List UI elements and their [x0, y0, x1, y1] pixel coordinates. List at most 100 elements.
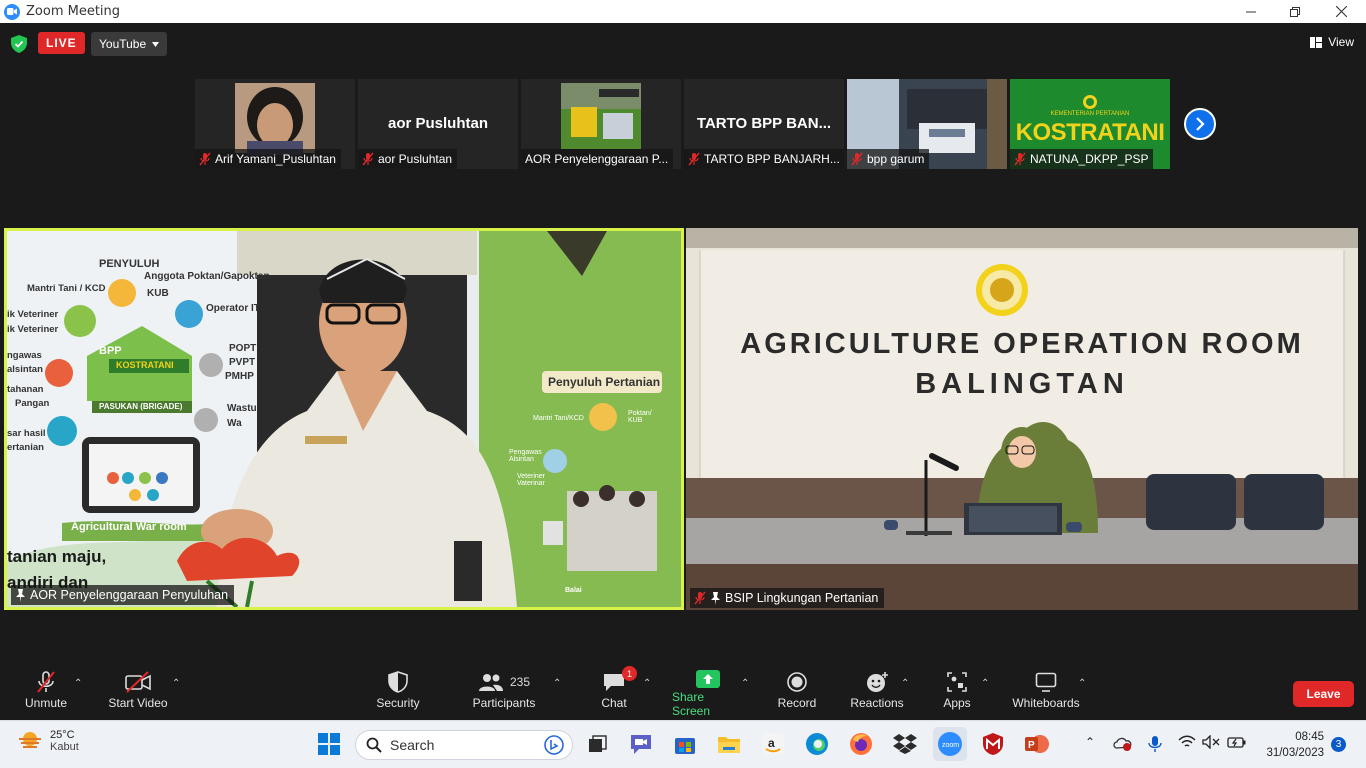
- zoom-app-button[interactable]: zoom: [933, 727, 967, 761]
- reactions-button[interactable]: Reactions: [850, 668, 904, 718]
- task-view-icon: [589, 735, 607, 752]
- participant-thumbnail[interactable]: KEMENTERIAN PERTANIAN KOSTRATANI NATUNA_…: [1010, 79, 1170, 169]
- chevron-down-icon: [152, 41, 160, 47]
- weather-condition: Kabut: [50, 741, 79, 753]
- close-button[interactable]: [1318, 0, 1364, 23]
- svg-text:a: a: [768, 736, 775, 750]
- chat-options-caret[interactable]: ⌃: [643, 678, 651, 689]
- audio-options-caret[interactable]: ⌃: [74, 678, 82, 689]
- reactions-label: Reactions: [850, 696, 904, 710]
- file-explorer-icon: [718, 737, 740, 753]
- security-label: Security: [376, 696, 420, 710]
- participant-name-tag: Arif Yamani_Pusluhtan: [195, 149, 341, 169]
- stream-target-label: YouTube: [99, 37, 147, 51]
- reactions-icon: [865, 668, 889, 696]
- video-name-tag: AOR Penyelenggaraan Penyuluhan: [11, 585, 235, 605]
- system-clock[interactable]: 08:45 31/03/2023: [1256, 729, 1324, 761]
- apps-options-caret[interactable]: ⌃: [981, 678, 989, 689]
- participant-thumbnail[interactable]: AOR Penyelenggaraan P...: [521, 79, 681, 169]
- amazon-button[interactable]: a: [760, 731, 786, 757]
- backdrop-item: ertanian: [7, 442, 44, 453]
- participant-name: AOR Penyelenggaraan Penyuluhan: [30, 588, 229, 602]
- participants-label: Participants: [472, 696, 536, 710]
- unmute-label: Unmute: [24, 696, 68, 710]
- pin-icon: [16, 588, 25, 602]
- microphone-tray-icon[interactable]: [1148, 735, 1162, 756]
- whiteboards-button[interactable]: Whiteboards: [1010, 668, 1082, 718]
- show-hidden-icons-button[interactable]: ⌃: [1085, 735, 1095, 749]
- minimize-button[interactable]: [1228, 0, 1274, 23]
- banner-item: Balai: [565, 587, 582, 594]
- meeting-toolbar: Unmute ⌃ Start Video ⌃ Security 235 Part…: [0, 660, 1366, 720]
- backdrop-brigade: PASUKAN (BRIGADE): [99, 402, 183, 411]
- record-button[interactable]: Record: [776, 668, 818, 718]
- main-video-participant[interactable]: AGRICULTURE OPERATION ROOM BALINGTAN BSI…: [686, 228, 1358, 610]
- participant-thumbnail[interactable]: Arif Yamani_Pusluhtan: [195, 79, 355, 169]
- zoom-logo-icon: [4, 3, 20, 20]
- backdrop-item: sar hasil: [7, 428, 46, 439]
- weather-widget[interactable]: 25°C Kabut: [18, 729, 79, 753]
- next-page-button[interactable]: [1184, 108, 1216, 140]
- main-video-active-speaker[interactable]: PENYULUH Anggota Poktan/Gapoktan KUB Man…: [4, 228, 684, 610]
- chat-button[interactable]: 1 Chat: [596, 666, 637, 718]
- view-label: View: [1328, 35, 1354, 49]
- participants-button[interactable]: 235 Participants: [470, 668, 538, 718]
- zoom-icon: zoom: [938, 732, 962, 756]
- video-off-icon: [124, 668, 152, 696]
- banner-item: Poktan/ KUB: [628, 410, 652, 424]
- onedrive-tray-icon[interactable]: [1113, 735, 1133, 754]
- banner-title: Penyuluh Pertanian: [548, 375, 661, 389]
- participant-name-tag: AOR Penyelenggaraan P...: [521, 149, 674, 169]
- backdrop-item: PMHP: [225, 371, 254, 382]
- apps-button[interactable]: Apps: [940, 668, 974, 718]
- backdrop-house-label: BPP: [99, 345, 122, 357]
- unmute-button[interactable]: Unmute: [20, 668, 72, 718]
- backdrop-house-sign: KOSTRATANI: [116, 360, 174, 370]
- live-badge[interactable]: LIVE: [38, 32, 85, 54]
- whiteboards-options-caret[interactable]: ⌃: [1078, 678, 1086, 689]
- windows-start-button[interactable]: [316, 731, 342, 757]
- wall-sign-line-2: BALINGTAN: [915, 368, 1129, 400]
- share-screen-button[interactable]: Share Screen: [672, 668, 744, 718]
- participant-thumbnail[interactable]: aor Pusluhtan aor Pusluhtan: [358, 79, 518, 169]
- participant-name: NATUNA_DKPP_PSP: [1030, 152, 1149, 166]
- edge-browser-button[interactable]: [804, 731, 830, 757]
- security-button[interactable]: Security: [374, 668, 422, 718]
- share-options-caret[interactable]: ⌃: [741, 678, 749, 689]
- participant-thumbnail[interactable]: bpp garum: [847, 79, 1007, 169]
- reactions-options-caret[interactable]: ⌃: [901, 678, 909, 689]
- fog-weather-icon: [19, 732, 41, 748]
- notification-badge[interactable]: 3: [1331, 737, 1346, 752]
- participant-name: Arif Yamani_Pusluhtan: [215, 152, 336, 166]
- taskbar-search-box[interactable]: Search: [355, 730, 573, 760]
- banner-item: Veteriner Vaterinar: [517, 473, 546, 487]
- backdrop-item: POPT: [229, 343, 257, 354]
- banner-title: KOSTRATANI: [1015, 119, 1165, 146]
- view-button[interactable]: View: [1310, 35, 1354, 49]
- wifi-icon[interactable]: [1178, 735, 1196, 752]
- mcafee-button[interactable]: [980, 731, 1006, 757]
- participant-thumbnail[interactable]: TARTO BPP BAN... TARTO BPP BANJARH...: [684, 79, 844, 169]
- dropbox-button[interactable]: [892, 731, 918, 757]
- microsoft-store-button[interactable]: [672, 731, 698, 757]
- firefox-button[interactable]: [848, 731, 874, 757]
- search-label: Search: [390, 737, 435, 753]
- chat-label: Chat: [601, 696, 627, 710]
- title-bar: Zoom Meeting: [0, 0, 1366, 23]
- leave-button[interactable]: Leave: [1293, 681, 1354, 707]
- file-explorer-button[interactable]: [716, 731, 742, 757]
- volume-muted-icon[interactable]: [1202, 734, 1220, 752]
- battery-icon[interactable]: [1227, 735, 1247, 752]
- start-video-button[interactable]: Start Video: [106, 668, 170, 718]
- encryption-shield-icon[interactable]: [11, 35, 27, 53]
- participant-name-tag: bpp garum: [847, 149, 930, 169]
- video-options-caret[interactable]: ⌃: [172, 678, 180, 689]
- backdrop-war-room: Agricultural War room: [71, 521, 187, 533]
- restore-button[interactable]: [1272, 0, 1318, 23]
- participants-options-caret[interactable]: ⌃: [553, 678, 561, 689]
- youtube-stream-dropdown[interactable]: YouTube: [91, 32, 168, 56]
- mcafee-icon: [983, 733, 1003, 755]
- task-view-button[interactable]: [585, 731, 611, 757]
- powerpoint-button[interactable]: P: [1024, 731, 1050, 757]
- meet-now-button[interactable]: [628, 731, 654, 757]
